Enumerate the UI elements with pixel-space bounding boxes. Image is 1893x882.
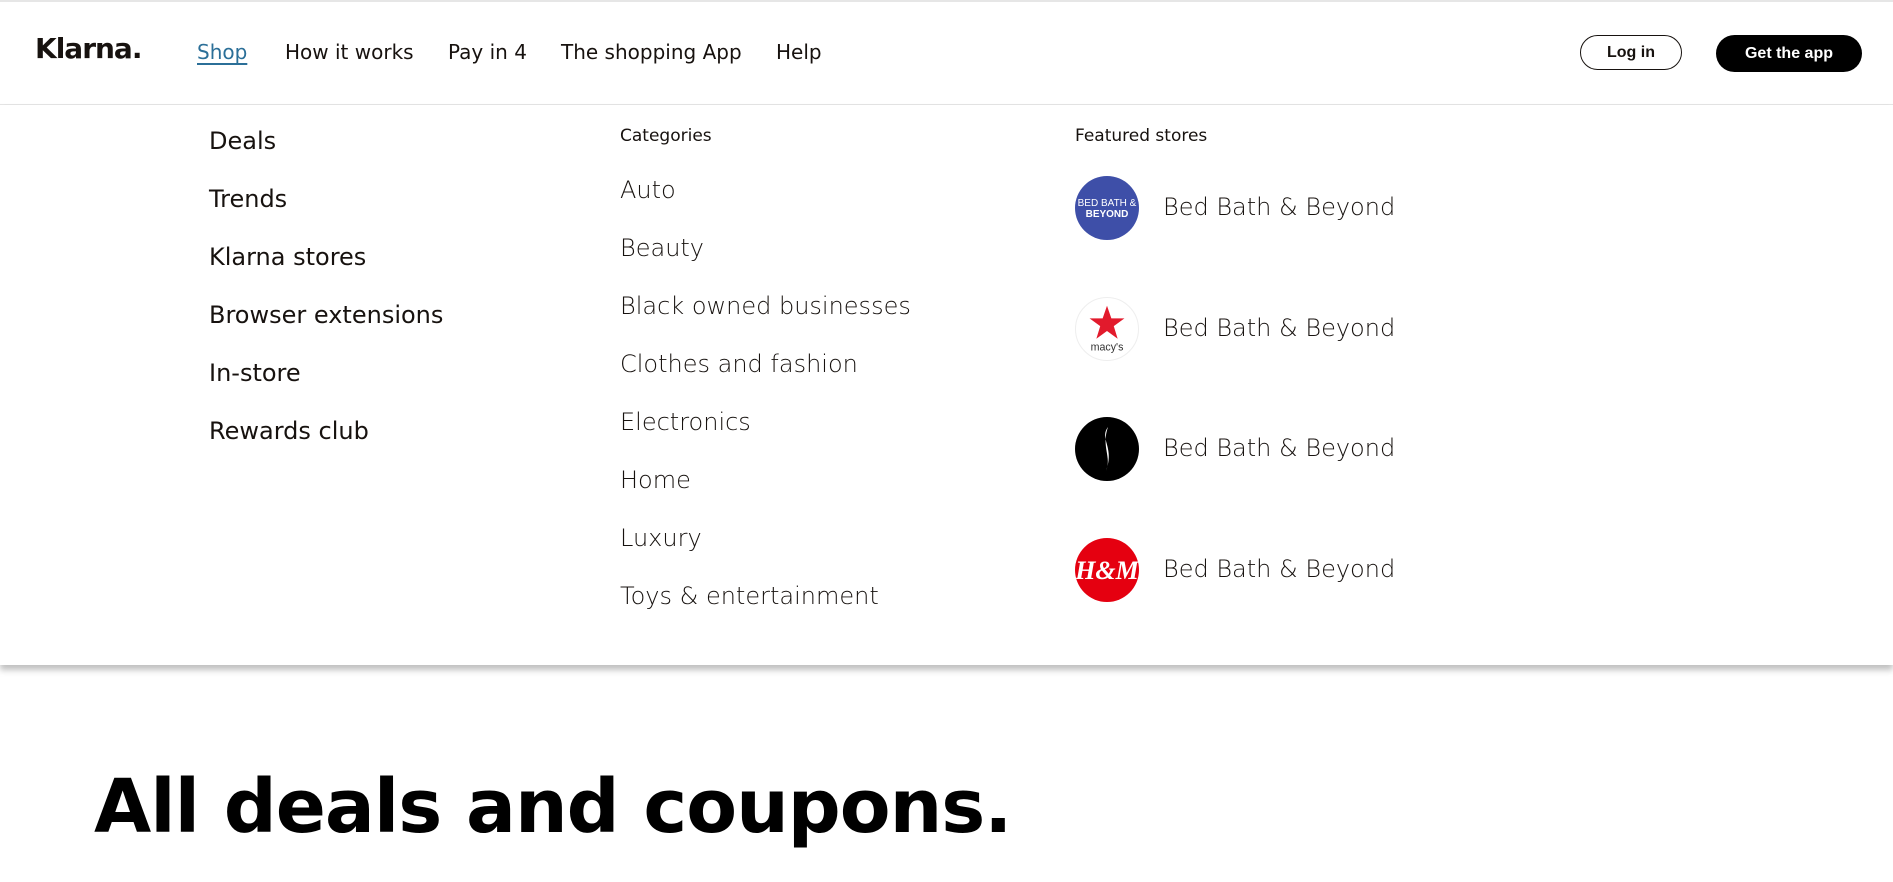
site-header: Klarna. Shop How it works Pay in 4 The s… [0,2,1893,105]
svg-text:BEYOND: BEYOND [1086,209,1129,220]
store-name: Bed Bath & Beyond [1163,314,1396,342]
category-beauty[interactable]: Beauty [620,234,704,262]
nav-shopping-app[interactable]: The shopping App [561,40,742,64]
svg-text:macy's: macy's [1091,341,1124,353]
klarna-logo[interactable]: Klarna. [35,32,142,65]
featured-store-2[interactable]: macy's Bed Bath & Beyond [1075,297,1475,361]
get-app-button[interactable]: Get the app [1716,35,1862,72]
page-title: All deals and coupons. [94,764,1012,850]
categories-heading: Categories [620,126,712,146]
featured-store-4[interactable]: H&M Bed Bath & Beyond [1075,538,1475,602]
menu-item-rewards-club[interactable]: Rewards club [209,417,369,445]
menu-item-in-store[interactable]: In-store [209,359,301,387]
nav-help[interactable]: Help [776,40,822,64]
category-electronics[interactable]: Electronics [620,408,751,436]
featured-stores-heading: Featured stores [1075,126,1208,146]
menu-item-browser-extensions[interactable]: Browser extensions [209,301,443,329]
bed-bath-beyond-logo-icon: BED BATH & BEYOND [1075,176,1139,240]
shop-mega-menu: Deals Trends Klarna stores Browser exten… [0,105,1893,665]
hm-logo-icon: H&M [1075,538,1139,602]
store-name: Bed Bath & Beyond [1163,555,1396,583]
store-name: Bed Bath & Beyond [1163,434,1396,462]
menu-item-trends[interactable]: Trends [209,185,287,213]
macys-star-icon: macy's [1075,297,1139,361]
menu-item-klarna-stores[interactable]: Klarna stores [209,243,366,271]
menu-item-deals[interactable]: Deals [209,127,276,155]
store-name: Bed Bath & Beyond [1163,193,1396,221]
category-black-owned[interactable]: Black owned businesses [620,292,911,320]
nav-pay-in-4[interactable]: Pay in 4 [448,40,527,64]
login-button[interactable]: Log in [1580,35,1682,70]
svg-text:BED BATH &: BED BATH & [1078,198,1137,209]
category-home[interactable]: Home [620,466,691,494]
svg-text:H&M: H&M [1075,556,1139,585]
nav-shop[interactable]: Shop [197,40,247,64]
category-luxury[interactable]: Luxury [620,524,702,552]
featured-store-3[interactable]: Bed Bath & Beyond [1075,417,1475,481]
category-toys-entertainment[interactable]: Toys & entertainment [620,582,879,610]
category-auto[interactable]: Auto [620,176,676,204]
nav-how-it-works[interactable]: How it works [285,40,414,64]
featured-store-1[interactable]: BED BATH & BEYOND Bed Bath & Beyond [1075,176,1475,240]
category-clothes-fashion[interactable]: Clothes and fashion [620,350,858,378]
sephora-flame-icon [1075,417,1139,481]
